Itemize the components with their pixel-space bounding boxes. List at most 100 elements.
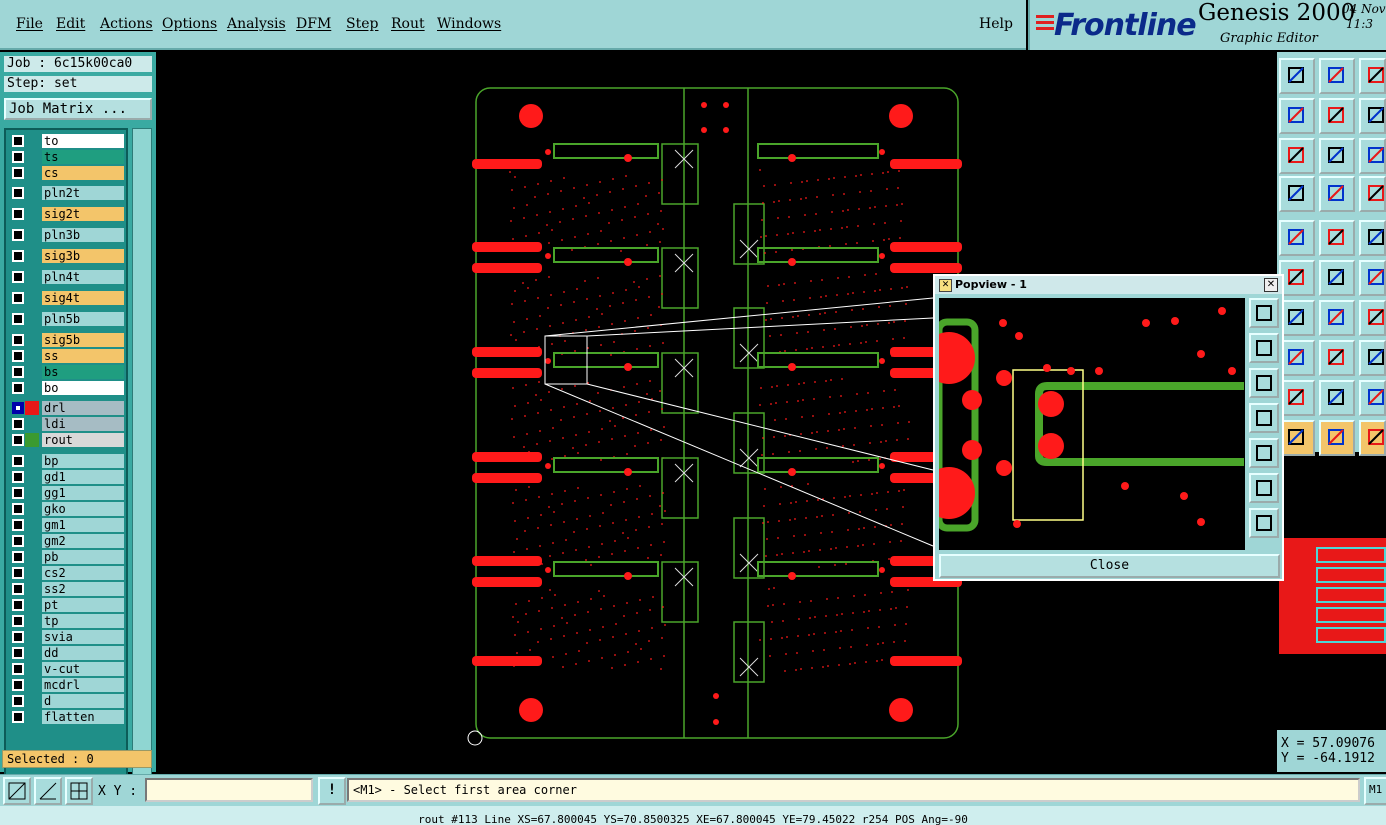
- pad-tool-button[interactable]: [1279, 340, 1315, 376]
- popview-zoom-in-button[interactable]: [1249, 473, 1279, 503]
- layer-checkbox[interactable]: [12, 292, 24, 304]
- polygon-tool-button[interactable]: [1319, 220, 1355, 256]
- undo-view-button[interactable]: [1359, 98, 1386, 134]
- layer-color-swatch[interactable]: [25, 401, 39, 415]
- layer-color-swatch[interactable]: [25, 365, 39, 379]
- layer-color-swatch[interactable]: [25, 291, 39, 305]
- layer-row-pln2t[interactable]: pln2t: [8, 186, 126, 200]
- layer-color-swatch[interactable]: [25, 630, 39, 644]
- layer-color-swatch[interactable]: [25, 417, 39, 431]
- draw-shape-button[interactable]: [1359, 380, 1386, 416]
- layer-color-swatch[interactable]: [25, 333, 39, 347]
- layer-row-flatten[interactable]: flatten: [8, 710, 126, 724]
- layer-checkbox[interactable]: [12, 271, 24, 283]
- layer-color-swatch[interactable]: [25, 312, 39, 326]
- layer-down-button[interactable]: [1319, 58, 1355, 94]
- ruler-pick-button[interactable]: [1279, 220, 1315, 256]
- layer-color-swatch[interactable]: [25, 502, 39, 516]
- layer-color-swatch[interactable]: [25, 646, 39, 660]
- zoom-area-button[interactable]: [3, 777, 31, 805]
- menu-file[interactable]: File: [16, 16, 43, 32]
- layer-row-sig3b[interactable]: sig3b: [8, 249, 126, 263]
- layer-row-bo[interactable]: bo: [8, 381, 126, 395]
- layer-checkbox[interactable]: [12, 503, 24, 515]
- move-feature-button[interactable]: [1359, 260, 1386, 296]
- layer-row-cs2[interactable]: cs2: [8, 566, 126, 580]
- layer-color-swatch[interactable]: [25, 598, 39, 612]
- layer-row-v-cut[interactable]: v-cut: [8, 662, 126, 676]
- layer-color-swatch[interactable]: [25, 470, 39, 484]
- layer-row-pln5b[interactable]: pln5b: [8, 312, 126, 326]
- menu-analysis[interactable]: Analysis: [227, 16, 286, 32]
- snap-net-button[interactable]: [1279, 260, 1315, 296]
- layer-checkbox[interactable]: [12, 366, 24, 378]
- layer-row-pln4t[interactable]: pln4t: [8, 270, 126, 284]
- layer-checkbox[interactable]: [12, 135, 24, 147]
- layer-checkbox[interactable]: [12, 519, 24, 531]
- netlist-button[interactable]: [1359, 176, 1386, 212]
- layer-row-ss2[interactable]: ss2: [8, 582, 126, 596]
- layer-checkbox[interactable]: [12, 167, 24, 179]
- layer-color-swatch[interactable]: [25, 249, 39, 263]
- layer-row-bs[interactable]: bs: [8, 365, 126, 379]
- layer-row-gm2[interactable]: gm2: [8, 534, 126, 548]
- layer-color-swatch[interactable]: [25, 662, 39, 676]
- zoom-1-2-button[interactable]: [1359, 138, 1386, 174]
- layer-checkbox[interactable]: [12, 382, 24, 394]
- popview-layer-down-button[interactable]: [1249, 368, 1279, 398]
- menu-dfm[interactable]: DFM: [296, 16, 331, 32]
- layer-row-svia[interactable]: svia: [8, 630, 126, 644]
- popview-zoom-out-button[interactable]: [1249, 508, 1279, 538]
- layer-row-ss[interactable]: ss: [8, 349, 126, 363]
- layer-checkbox[interactable]: [12, 599, 24, 611]
- menu-help[interactable]: Help: [979, 16, 1013, 32]
- layer-color-swatch[interactable]: [25, 228, 39, 242]
- layer-color-swatch[interactable]: [25, 207, 39, 221]
- popview-pan-left-button[interactable]: [1249, 403, 1279, 433]
- line-tool-button[interactable]: [1279, 300, 1315, 336]
- layer-color-swatch[interactable]: [25, 534, 39, 548]
- layer-row-gm1[interactable]: gm1: [8, 518, 126, 532]
- layer-checkbox[interactable]: [12, 250, 24, 262]
- popview-close-icon[interactable]: ✕: [1264, 278, 1278, 292]
- layer-checkbox[interactable]: [12, 313, 24, 325]
- layer-row-ldi[interactable]: ldi: [8, 417, 126, 431]
- xy-input[interactable]: [145, 778, 313, 802]
- layer-checkbox[interactable]: [12, 418, 24, 430]
- layer-checkbox[interactable]: [12, 567, 24, 579]
- layer-up-button[interactable]: [1279, 58, 1315, 94]
- select-arrow-button[interactable]: [1279, 420, 1315, 456]
- measure-button[interactable]: [34, 777, 62, 805]
- layer-checkbox[interactable]: [12, 535, 24, 547]
- mouse-button-indicator[interactable]: M1: [1364, 777, 1386, 805]
- layer-checkbox[interactable]: [12, 402, 24, 414]
- layer-row-sig2t[interactable]: sig2t: [8, 207, 126, 221]
- snap-grid-button[interactable]: [65, 777, 93, 805]
- layer-checkbox[interactable]: [12, 455, 24, 467]
- layer-checkbox[interactable]: [12, 151, 24, 163]
- v-line-tool-button[interactable]: [1359, 340, 1386, 376]
- layer-checkbox[interactable]: [12, 615, 24, 627]
- layer-color-swatch[interactable]: [25, 694, 39, 708]
- layer-color-swatch[interactable]: [25, 710, 39, 724]
- layer-checkbox[interactable]: [12, 679, 24, 691]
- zoom-fit-button[interactable]: [1279, 138, 1315, 174]
- layer-checkbox[interactable]: [12, 208, 24, 220]
- layer-checkbox[interactable]: [12, 551, 24, 563]
- popview-pan-right-button[interactable]: [1249, 438, 1279, 468]
- layer-checkbox[interactable]: [12, 695, 24, 707]
- popview-title-bar[interactable]: ✕ Popview - 1 ✕: [935, 276, 1282, 294]
- layer-row-mcdrl[interactable]: mcdrl: [8, 678, 126, 692]
- layer-color-swatch[interactable]: [25, 166, 39, 180]
- layer-row-pln3b[interactable]: pln3b: [8, 228, 126, 242]
- layer-checkbox[interactable]: [12, 229, 24, 241]
- layer-color-swatch[interactable]: [25, 270, 39, 284]
- layer-color-swatch[interactable]: [25, 349, 39, 363]
- layer-row-gd1[interactable]: gd1: [8, 470, 126, 484]
- layer-row-ts[interactable]: ts: [8, 150, 126, 164]
- layer-checkbox[interactable]: [12, 350, 24, 362]
- layer-row-gko[interactable]: gko: [8, 502, 126, 516]
- layer-color-swatch[interactable]: [25, 566, 39, 580]
- menu-actions[interactable]: Actions: [100, 16, 153, 32]
- layer-row-sig4t[interactable]: sig4t: [8, 291, 126, 305]
